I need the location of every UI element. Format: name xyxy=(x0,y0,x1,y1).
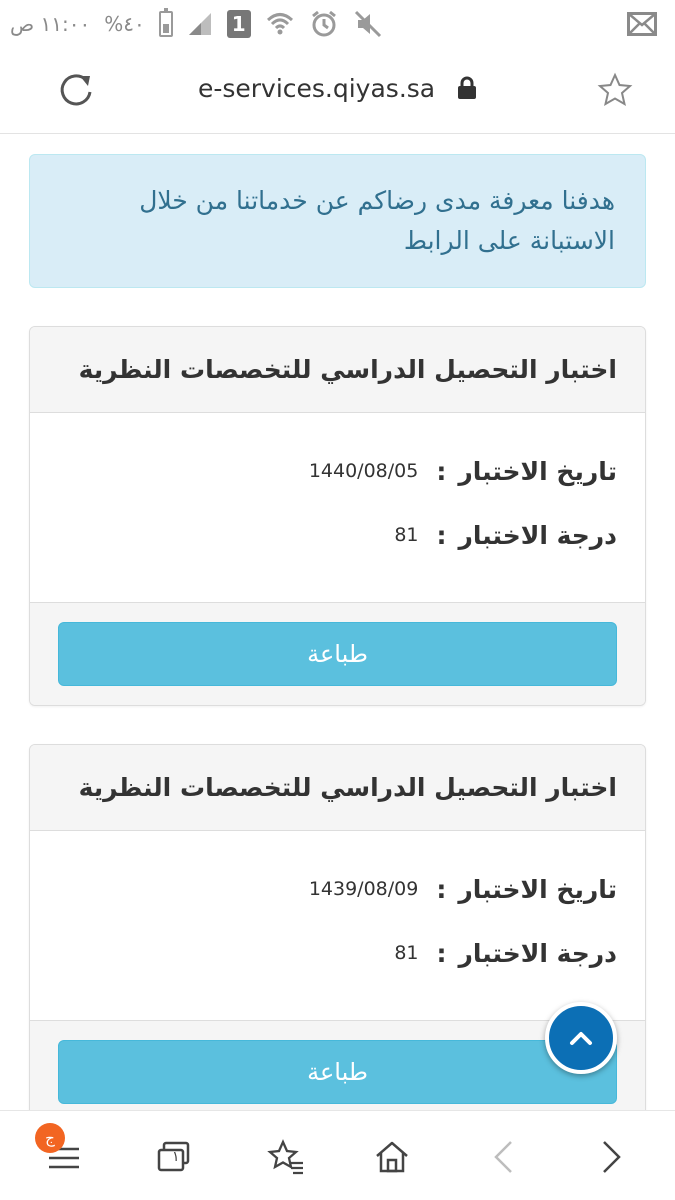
print-button[interactable]: طباعة xyxy=(58,1040,617,1104)
home-button[interactable] xyxy=(370,1135,414,1179)
lock-icon xyxy=(458,76,477,99)
wifi-icon xyxy=(266,13,293,35)
signal-icon xyxy=(188,13,211,35)
forward-button[interactable] xyxy=(590,1135,634,1179)
test-score-label: درجة الاختبار xyxy=(458,938,618,968)
tabs-button[interactable]: ١ xyxy=(152,1135,196,1179)
page-content: هدفنا معرفة مدى رضاكم عن خدماتنا من خلال… xyxy=(0,134,675,1110)
print-button[interactable]: طباعة xyxy=(58,622,617,686)
test-date-label: تاريخ الاختبار xyxy=(458,456,617,486)
result-card-body: تاريخ الاختبار : 1440/08/05 درجة الاختبا… xyxy=(30,413,645,603)
survey-alert-text: هدفنا معرفة مدى رضاكم عن خدماتنا من خلال… xyxy=(139,186,615,255)
menu-badge: ج xyxy=(35,1123,65,1153)
home-icon xyxy=(376,1141,408,1173)
test-date-row: تاريخ الاختبار : 1440/08/05 xyxy=(308,456,617,486)
battery-percent: %٤٠ xyxy=(104,12,145,36)
test-date-row: تاريخ الاختبار : 1439/08/09 xyxy=(308,874,617,904)
result-card-footer: طباعة xyxy=(30,603,645,705)
chevron-left-icon xyxy=(494,1141,512,1173)
survey-alert: هدفنا معرفة مدى رضاكم عن خدماتنا من خلال… xyxy=(29,154,646,288)
battery-icon xyxy=(158,8,173,37)
test-date-value: 1440/08/05 xyxy=(308,460,419,482)
sim-icon: 1 xyxy=(226,10,251,38)
mute-icon xyxy=(354,10,381,38)
test-score-row: درجة الاختبار : 81 xyxy=(394,520,618,550)
tab-count: ١ xyxy=(172,1149,180,1165)
result-card-title: اختبار التحصيل الدراسي للتخصصات النظرية xyxy=(30,745,645,831)
chevron-up-icon xyxy=(570,1032,592,1045)
test-date-label: تاريخ الاختبار xyxy=(458,874,617,904)
bookmark-star-icon[interactable] xyxy=(597,72,633,108)
status-left: ١١:٠٠ ص %٤٠ 1 xyxy=(10,8,383,39)
url-field[interactable]: e-services.qiyas.sa xyxy=(0,74,675,103)
status-right xyxy=(627,12,657,36)
test-date-value: 1439/08/09 xyxy=(308,878,419,900)
bookmarks-button[interactable] xyxy=(264,1135,308,1179)
test-score-value: 81 xyxy=(394,524,419,546)
alarm-icon xyxy=(311,10,336,37)
test-score-label: درجة الاختبار xyxy=(458,520,618,550)
url-text: e-services.qiyas.sa xyxy=(197,74,436,103)
test-score-value: 81 xyxy=(394,942,419,964)
status-time: ١١:٠٠ ص xyxy=(10,12,91,36)
message-icon xyxy=(627,12,657,36)
result-card: اختبار التحصيل الدراسي للتخصصات النظرية … xyxy=(29,326,646,706)
bookmarks-star-list-icon xyxy=(267,1139,303,1175)
status-bar: ١١:٠٠ ص %٤٠ 1 xyxy=(0,0,675,48)
chevron-right-icon xyxy=(603,1141,621,1173)
browser-address-bar: e-services.qiyas.sa xyxy=(0,48,675,134)
result-card-title: اختبار التحصيل الدراسي للتخصصات النظرية xyxy=(30,327,645,413)
result-card-body: تاريخ الاختبار : 1439/08/09 درجة الاختبا… xyxy=(30,831,645,1021)
browser-bottom-nav: ج ١ xyxy=(0,1110,675,1200)
scroll-to-top-button[interactable] xyxy=(545,1002,617,1074)
test-score-row: درجة الاختبار : 81 xyxy=(394,938,618,968)
back-button[interactable] xyxy=(481,1135,525,1179)
